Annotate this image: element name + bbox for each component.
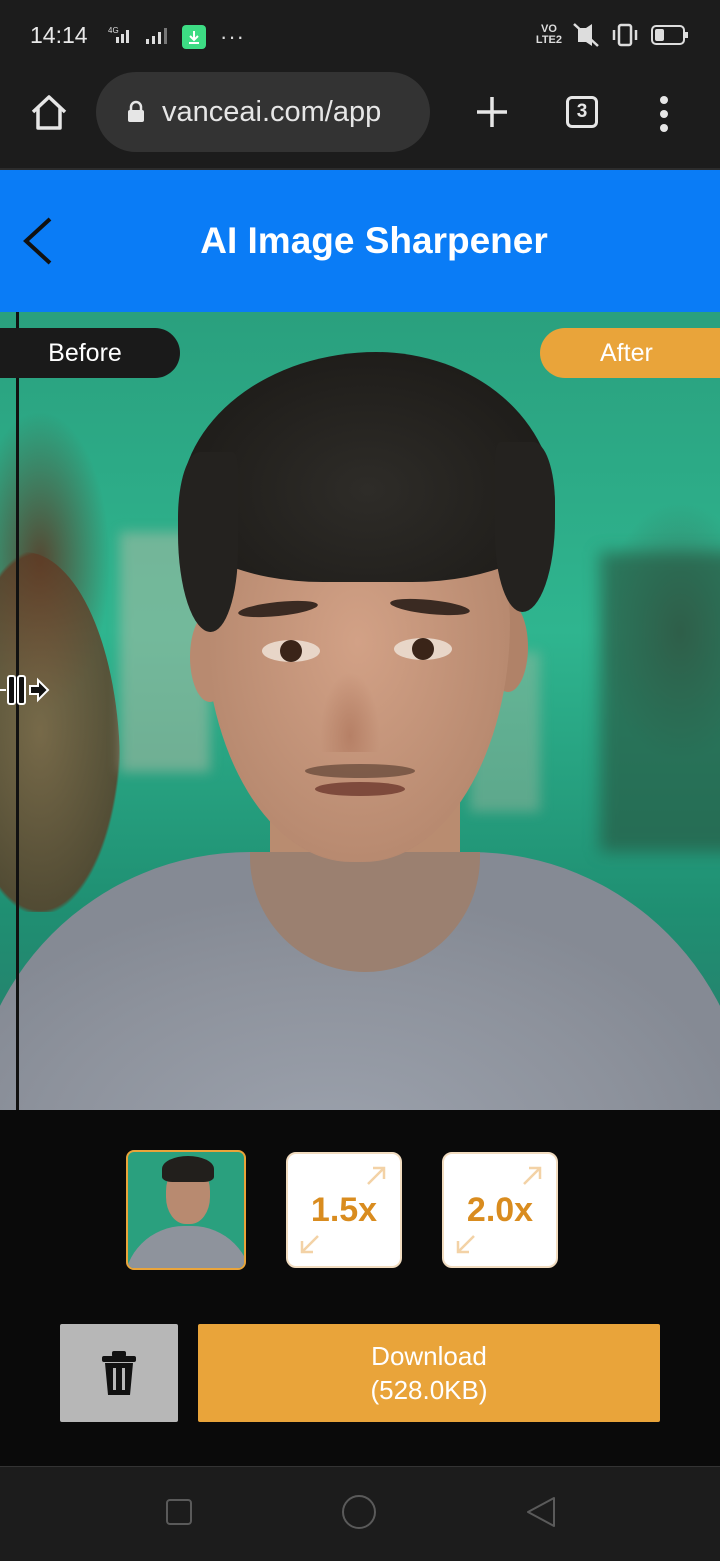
back-triangle-icon[interactable]	[524, 1495, 558, 1529]
comparison-image[interactable]: Before After	[0, 312, 720, 1110]
download-label: Download	[371, 1341, 487, 1371]
signal-icon	[146, 28, 167, 44]
download-size: (528.0KB)	[370, 1375, 488, 1405]
expand-arrow-icon	[367, 1166, 386, 1185]
expand-arrow-icon	[523, 1166, 542, 1185]
download-button[interactable]: Download (528.0KB)	[198, 1324, 660, 1422]
lock-icon	[128, 100, 144, 122]
kebab-menu-icon	[660, 96, 668, 104]
expand-arrow-icon	[300, 1235, 319, 1254]
zoom-label: 1.5x	[310, 1190, 378, 1229]
mute-vibrate-icon	[573, 23, 599, 47]
status-left-icons: 4G ···	[102, 24, 245, 50]
slider-drag-handle[interactable]	[0, 670, 52, 710]
drag-arrow-icon	[0, 675, 50, 705]
chevron-left-icon	[23, 217, 52, 265]
zoom-label: 2.0x	[466, 1190, 534, 1229]
status-time: 14:14	[30, 22, 88, 48]
vibrate-icon	[612, 23, 638, 47]
new-tab-button[interactable]	[470, 90, 514, 134]
original-thumbnail-option[interactable]	[126, 1150, 246, 1270]
browser-menu-button[interactable]	[650, 92, 678, 136]
browser-toolbar: vanceai.com/app 3	[0, 72, 720, 170]
zoom-2-0x-button[interactable]: 2.0x	[442, 1152, 558, 1268]
app-header: AI Image Sharpener	[0, 170, 720, 312]
volte-icon: VO LTE2	[535, 23, 562, 46]
status-bar: 14:14 4G ··· VO LTE2	[0, 0, 720, 72]
recents-icon[interactable]	[166, 1499, 192, 1525]
zoom-1-5x-button[interactable]: 1.5x	[286, 1152, 402, 1268]
delete-button[interactable]	[60, 1324, 178, 1422]
before-label: Before	[0, 328, 180, 378]
url-text[interactable]: vanceai.com/app	[162, 96, 412, 129]
home-button[interactable]	[26, 90, 72, 136]
download-icon	[182, 25, 206, 49]
trash-icon	[102, 1351, 136, 1395]
address-bar[interactable]: vanceai.com/app	[96, 72, 430, 152]
system-nav-bar	[0, 1466, 720, 1561]
tab-switcher-button[interactable]: 3	[566, 96, 598, 128]
battery-icon	[651, 25, 688, 45]
more-notifications-icon: ···	[220, 24, 245, 49]
home-icon	[31, 95, 67, 130]
plus-icon	[477, 97, 507, 127]
back-button[interactable]	[14, 216, 60, 266]
home-circle-icon[interactable]	[342, 1495, 376, 1529]
after-label: After	[540, 328, 720, 378]
expand-arrow-icon	[456, 1235, 475, 1254]
status-right-icons: VO LTE2	[536, 22, 690, 48]
svg-text:4G: 4G	[108, 26, 119, 35]
page-title: AI Image Sharpener	[200, 220, 548, 261]
signal-icon: 4G	[108, 26, 129, 43]
comparison-divider[interactable]	[16, 312, 19, 1110]
